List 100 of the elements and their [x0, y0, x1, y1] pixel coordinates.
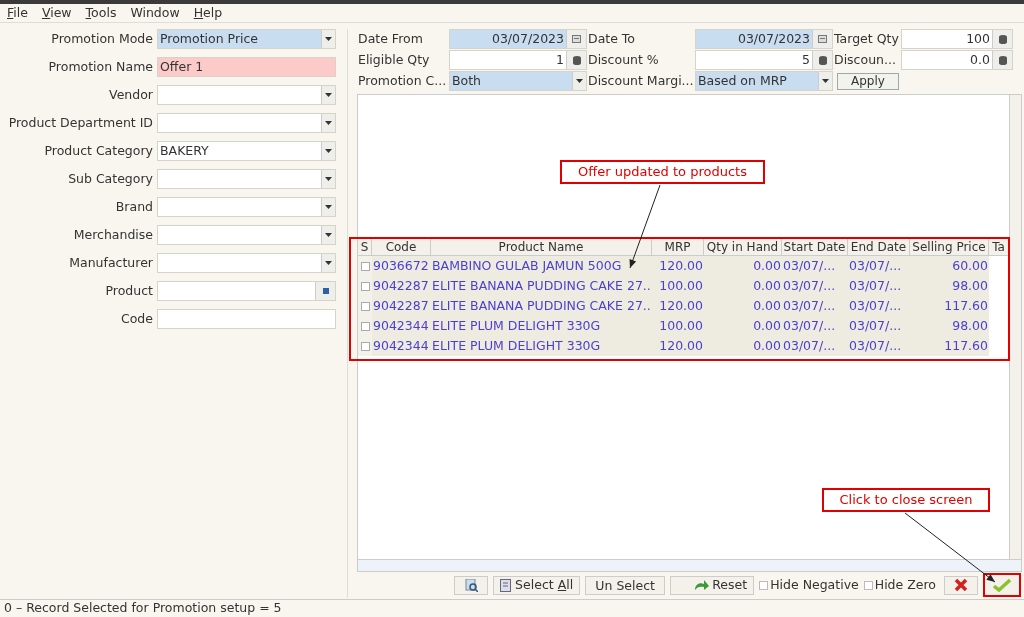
checkbox[interactable]	[863, 580, 873, 590]
dropdown-field[interactable]	[157, 253, 336, 273]
row-checkbox[interactable]	[360, 301, 370, 311]
calculator-button[interactable]	[566, 51, 586, 69]
table-cell: 9042344	[372, 336, 431, 356]
button-label: Select All	[515, 575, 574, 594]
dropdown-field[interactable]: Promotion Price	[157, 29, 336, 49]
dropdown-field[interactable]	[157, 197, 336, 217]
text-field[interactable]	[157, 309, 336, 329]
menu-item[interactable]: File	[7, 3, 28, 23]
checkbox-label: Hide Negative	[770, 575, 859, 594]
menu-item[interactable]: Window	[130, 3, 180, 23]
calendar-button[interactable]	[812, 30, 832, 48]
field-label: Product	[104, 281, 154, 300]
table-cell: 03/07/...	[782, 256, 848, 276]
close-button[interactable]	[944, 575, 978, 595]
calculator-button[interactable]	[992, 30, 1012, 48]
row-checkbox[interactable]	[360, 321, 370, 331]
table-cell: 117.60	[910, 336, 989, 356]
field-label: Sub Category	[67, 169, 154, 188]
column-header[interactable]: Selling Price	[910, 238, 989, 255]
date-field[interactable]: 03/07/2023	[449, 29, 587, 49]
checkbox[interactable]	[759, 580, 769, 590]
column-header[interactable]: MRP	[652, 238, 704, 255]
redo-icon	[693, 578, 710, 592]
caret-icon	[325, 233, 332, 237]
column-header[interactable]: Product Name	[431, 238, 652, 255]
magnifier-icon	[464, 578, 478, 592]
dropdown-field[interactable]: Based on MRP	[695, 71, 833, 91]
row-checkbox[interactable]	[360, 281, 370, 291]
column-header[interactable]: Code	[372, 238, 431, 255]
menu-item[interactable]: View	[41, 3, 72, 23]
field-label: Date To	[587, 29, 636, 48]
table-cell: 03/07/...	[848, 256, 910, 276]
dropdown-button[interactable]	[321, 254, 335, 272]
dropdown-button[interactable]	[818, 72, 832, 90]
field-label: Target Qty	[833, 29, 900, 48]
checkbox-label: Hide Zero	[874, 575, 936, 594]
number-field[interactable]: 100	[901, 29, 1013, 49]
menu-item[interactable]: Tools	[85, 3, 117, 23]
calendar-button[interactable]	[566, 30, 586, 48]
row-checkbox[interactable]	[360, 341, 370, 351]
table-cell: 9036672	[372, 256, 431, 276]
table-cell: ELITE BANANA PUDDING CAKE 27...	[431, 296, 652, 316]
dropdown-field[interactable]: BAKERY	[157, 141, 336, 161]
table-cell: 100.00	[652, 276, 704, 296]
field-label: Manufacturer	[68, 253, 154, 272]
dropdown-field[interactable]: Both	[449, 71, 587, 91]
number-field[interactable]: 5	[695, 50, 833, 70]
number-field[interactable]: 0.0	[901, 50, 1013, 70]
calculator-button[interactable]	[992, 51, 1012, 69]
column-header[interactable]: Ta	[989, 238, 1009, 255]
row-checkbox[interactable]	[360, 261, 370, 271]
cylinder-icon	[572, 55, 581, 65]
number-field[interactable]: 1	[449, 50, 587, 70]
caret-icon	[325, 93, 332, 97]
dropdown-field[interactable]	[157, 113, 336, 133]
table-cell: 0.00	[704, 276, 782, 296]
lookup-field[interactable]	[157, 281, 336, 301]
dropdown-field[interactable]	[157, 225, 336, 245]
status-bar: 0 – Record Selected for Promotion setup = 5	[0, 599, 1024, 617]
table-cell: 0.00	[704, 256, 782, 276]
lookup-button[interactable]	[315, 282, 335, 300]
table-cell: 03/07/...	[782, 316, 848, 336]
table-cell: 03/07/...	[782, 276, 848, 296]
dropdown-field[interactable]	[157, 169, 336, 189]
dropdown-button[interactable]	[321, 30, 335, 48]
date-field[interactable]: 03/07/2023	[695, 29, 833, 49]
field-label: Promotion C...	[357, 71, 448, 90]
table-cell: 0.00	[704, 316, 782, 336]
menu-item[interactable]: Help	[193, 3, 223, 23]
reset-button[interactable]: Reset	[670, 575, 755, 595]
dropdown-button[interactable]	[321, 226, 335, 244]
vertical-scrollbar[interactable]	[1009, 95, 1021, 559]
table-cell: 100.00	[652, 316, 704, 336]
column-header[interactable]: Qty in Hand	[704, 238, 782, 255]
field-label: Promotion Name	[47, 57, 154, 76]
dropdown-field[interactable]	[157, 85, 336, 105]
dropdown-button[interactable]	[321, 142, 335, 160]
column-header[interactable]: End Date	[848, 238, 910, 255]
preview-button[interactable]	[454, 575, 489, 595]
dropdown-button[interactable]	[572, 72, 586, 90]
text-field[interactable]: Offer 1	[157, 57, 336, 77]
horizontal-scrollbar[interactable]	[358, 559, 1021, 571]
dropdown-button[interactable]	[321, 198, 335, 216]
confirm-button[interactable]	[983, 573, 1021, 597]
select-all-button[interactable]: Select All	[493, 575, 581, 595]
dropdown-button[interactable]	[321, 170, 335, 188]
dropdown-button[interactable]	[321, 114, 335, 132]
column-header[interactable]: Start Date	[782, 238, 848, 255]
square-icon	[322, 288, 329, 294]
field-label: Eligible Qty	[357, 50, 431, 69]
calculator-button[interactable]	[812, 51, 832, 69]
cross-icon	[954, 578, 968, 592]
apply-button[interactable]: Apply	[837, 72, 899, 90]
field-label: Merchandise	[72, 225, 154, 244]
caret-icon	[325, 205, 332, 209]
unselect-button[interactable]: Un Select	[585, 575, 666, 595]
dropdown-button[interactable]	[321, 86, 335, 104]
column-header[interactable]: S	[358, 238, 372, 255]
